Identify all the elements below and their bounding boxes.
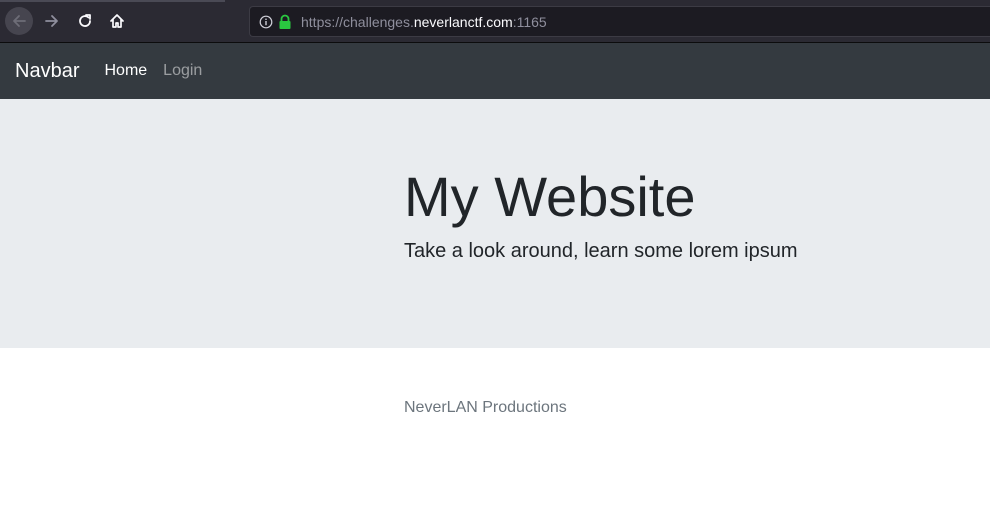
home-icon <box>108 12 126 30</box>
footer-text: NeverLAN Productions <box>404 399 567 416</box>
reload-button[interactable] <box>71 7 99 35</box>
home-button[interactable] <box>103 7 131 35</box>
nav-link-login[interactable]: Login <box>163 62 202 80</box>
browser-toolbar: https://challenges.neverlanctf.com:1165 <box>0 0 990 43</box>
navbar-brand[interactable]: Navbar <box>15 60 79 83</box>
info-icon[interactable] <box>259 15 273 29</box>
nav-link-home[interactable]: Home <box>104 62 147 80</box>
forward-button[interactable] <box>38 7 66 35</box>
url-text[interactable]: https://challenges.neverlanctf.com:1165 <box>301 14 547 30</box>
url-prefix: https://challenges. <box>301 13 414 30</box>
page-title: My Website <box>404 165 696 228</box>
address-bar[interactable]: https://challenges.neverlanctf.com:1165 <box>249 6 990 37</box>
lead-text: Take a look around, learn some lorem ips… <box>404 240 798 262</box>
site-navbar: Navbar Home Login <box>0 43 990 99</box>
url-host: neverlanctf.com <box>413 13 513 30</box>
back-arrow-icon <box>10 12 28 30</box>
url-port: :1165 <box>512 13 547 30</box>
forward-arrow-icon <box>43 12 61 30</box>
jumbotron: My Website Take a look around, learn som… <box>0 99 990 348</box>
back-button[interactable] <box>5 7 33 35</box>
reload-icon <box>76 12 94 30</box>
lock-icon[interactable] <box>278 14 292 30</box>
tab-strip <box>0 0 225 2</box>
